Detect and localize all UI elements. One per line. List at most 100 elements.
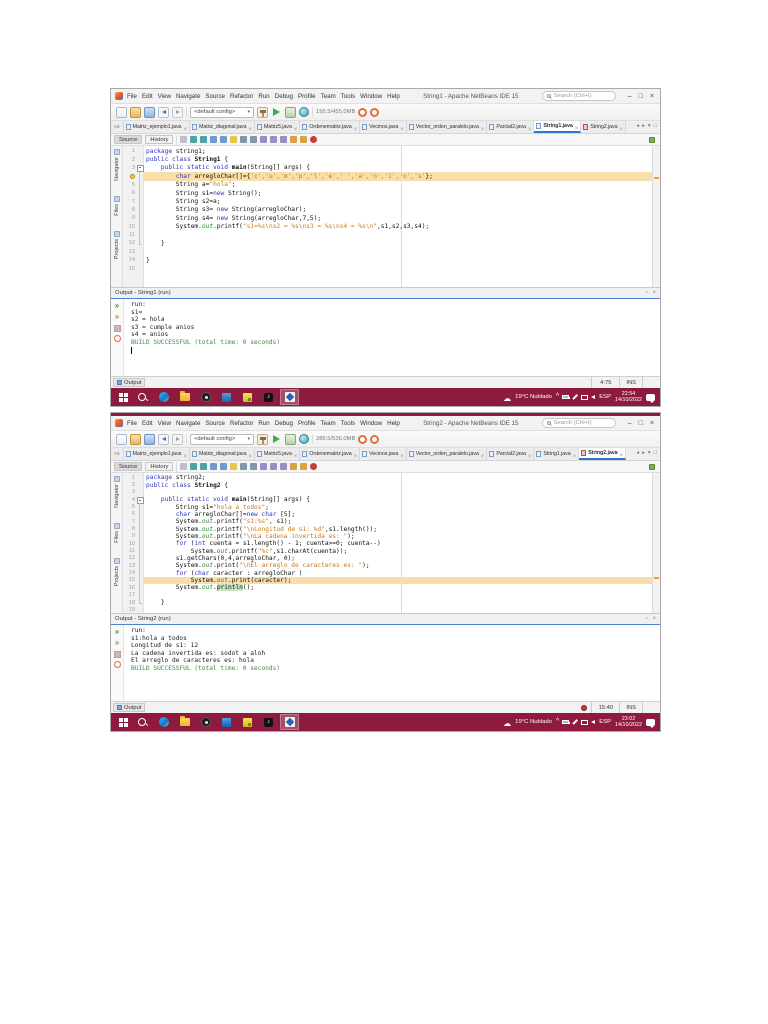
menu-source[interactable]: Source: [205, 93, 225, 100]
tab-vecinos-java[interactable]: Vecinos.java: [360, 121, 407, 133]
menu-tools[interactable]: Tools: [341, 93, 355, 100]
dock-tab-files[interactable]: Files: [114, 196, 120, 216]
code-line[interactable]: 6 char arregloChar[]=new char [5];: [123, 511, 652, 518]
code-line[interactable]: 9 String s4= new String(arregloChar,7,5)…: [123, 214, 652, 222]
find-selection-icon[interactable]: [210, 463, 217, 470]
close-tab-icon[interactable]: [248, 121, 252, 133]
jump-forward-icon[interactable]: [200, 136, 207, 143]
close-icon[interactable]: [650, 420, 654, 427]
chevron-up-icon[interactable]: [556, 720, 559, 724]
close-tab-icon[interactable]: [294, 121, 298, 133]
minimize-icon[interactable]: [628, 420, 632, 427]
code-line[interactable]: 11 System.out.printf("%c",s1.charAt(cuen…: [123, 547, 652, 554]
scroll-tabs-right-icon[interactable]: [642, 124, 645, 130]
weather-text[interactable]: 19°C Nublado: [515, 719, 552, 725]
output-tab-label[interactable]: Output - String1 (run): [115, 290, 171, 296]
toggle-breakpoint-icon[interactable]: [310, 136, 317, 143]
menu-tools[interactable]: Tools: [341, 420, 355, 427]
hint-bulb-icon[interactable]: [130, 174, 135, 179]
search-input[interactable]: Search (Ctrl+I): [542, 91, 616, 101]
open-project-icon[interactable]: [130, 107, 141, 118]
build-project-icon[interactable]: [257, 107, 268, 118]
memory-indicator[interactable]: 195.5/455.0MB: [316, 109, 355, 115]
maximize-editor-icon[interactable]: [654, 124, 657, 130]
close-tab-icon[interactable]: [294, 448, 298, 460]
dock-tab-navigator[interactable]: Navigator: [114, 476, 120, 508]
close-tab-icon[interactable]: [481, 448, 485, 460]
code-line[interactable]: 1package string1;: [123, 147, 652, 155]
code-line[interactable]: 7 String s2=a;: [123, 197, 652, 205]
history-view-button[interactable]: History: [145, 462, 173, 471]
toggle-bookmark-icon[interactable]: [260, 136, 267, 143]
netbeans-icon[interactable]: [280, 714, 299, 730]
code-line[interactable]: 3: [123, 489, 652, 496]
new-file-icon[interactable]: [116, 434, 127, 445]
edge-icon[interactable]: [154, 714, 173, 730]
open-project-icon[interactable]: [130, 434, 141, 445]
file-explorer-icon[interactable]: [175, 389, 194, 405]
garbage-collect-alt-icon[interactable]: [370, 108, 379, 117]
redo-icon[interactable]: [172, 434, 183, 445]
tab-va[interactable]: va: [111, 448, 124, 460]
last-edit-icon[interactable]: [180, 136, 187, 143]
save-all-icon[interactable]: [144, 107, 155, 118]
code-line[interactable]: 6 String s1=new String();: [123, 189, 652, 197]
pen-icon[interactable]: [573, 394, 578, 399]
close-icon[interactable]: [650, 93, 654, 100]
fold-collapse-icon[interactable]: [136, 496, 143, 503]
previous-error-icon[interactable]: [300, 136, 307, 143]
close-tab-icon[interactable]: [400, 121, 404, 133]
stop-icon[interactable]: [113, 650, 121, 658]
dock-tab-projects[interactable]: Projects: [114, 558, 120, 586]
tab-va[interactable]: va: [111, 121, 124, 133]
menu-run[interactable]: Run: [258, 420, 269, 427]
close-tab-icon[interactable]: [354, 448, 358, 460]
search-input[interactable]: Search (Ctrl+I): [542, 418, 616, 428]
close-tab-icon[interactable]: [575, 121, 579, 133]
menu-window[interactable]: Window: [360, 420, 382, 427]
memory-indicator[interactable]: 286.5/536.0MB: [316, 436, 355, 442]
dock-tab-projects[interactable]: Projects: [114, 231, 120, 259]
code-line[interactable]: 11: [123, 231, 652, 239]
keyboard-language[interactable]: ESP: [599, 394, 611, 400]
rerun-changes-icon[interactable]: [113, 639, 121, 647]
code-line[interactable]: 10 System.out.printf("s1=%s\ns2 = %s\ns3…: [123, 223, 652, 231]
close-tab-icon[interactable]: [354, 121, 358, 133]
code-line[interactable]: 5 String s1="hola a todos";: [123, 503, 652, 510]
next-error-icon[interactable]: [290, 463, 297, 470]
menu-navigate[interactable]: Navigate: [176, 420, 200, 427]
output-panel-toggle[interactable]: Output: [113, 378, 145, 387]
keyboard-language[interactable]: ESP: [599, 719, 611, 725]
profile-project-icon[interactable]: [299, 434, 309, 444]
code-line[interactable]: 14}: [123, 256, 652, 264]
clean-icon[interactable]: [114, 661, 121, 668]
toggle-highlight-icon[interactable]: [230, 136, 237, 143]
code-line[interactable]: 14 for (char caracter : arregloChar ): [123, 569, 652, 576]
tab-string2-java[interactable]: String2.java: [581, 121, 626, 133]
garbage-collect-alt-icon[interactable]: [370, 435, 379, 444]
dock-tab-navigator[interactable]: Navigator: [114, 149, 120, 181]
pen-icon[interactable]: [573, 719, 578, 724]
menu-help[interactable]: Help: [387, 93, 400, 100]
yellow-app-icon[interactable]: [238, 389, 257, 405]
output-tab-label[interactable]: Output - String2 (run): [115, 616, 171, 622]
close-tab-icon[interactable]: [528, 448, 532, 460]
scroll-tabs-right-icon[interactable]: [642, 451, 645, 457]
previous-error-icon[interactable]: [300, 463, 307, 470]
next-bookmark-icon[interactable]: [280, 136, 287, 143]
chevron-up-icon[interactable]: [556, 395, 559, 399]
blue-app-icon[interactable]: [217, 714, 236, 730]
maximize-icon[interactable]: [639, 420, 643, 427]
stop-icon[interactable]: [113, 324, 121, 332]
find-occurrences-icon[interactable]: [220, 136, 227, 143]
minimize-panel-icon[interactable]: [645, 616, 649, 622]
next-occurrence-icon[interactable]: [250, 136, 257, 143]
menu-file[interactable]: File: [127, 93, 137, 100]
code-line[interactable]: 1package string2;: [123, 474, 652, 481]
undo-icon[interactable]: [158, 107, 169, 118]
code-editor[interactable]: 1package string2;2public class String2 {…: [123, 473, 652, 613]
netbeans-icon[interactable]: [280, 389, 299, 405]
tab-list-icon[interactable]: [648, 124, 651, 130]
close-tab-icon[interactable]: [620, 448, 624, 460]
code-line[interactable]: 16 System.out.println();: [123, 584, 652, 591]
